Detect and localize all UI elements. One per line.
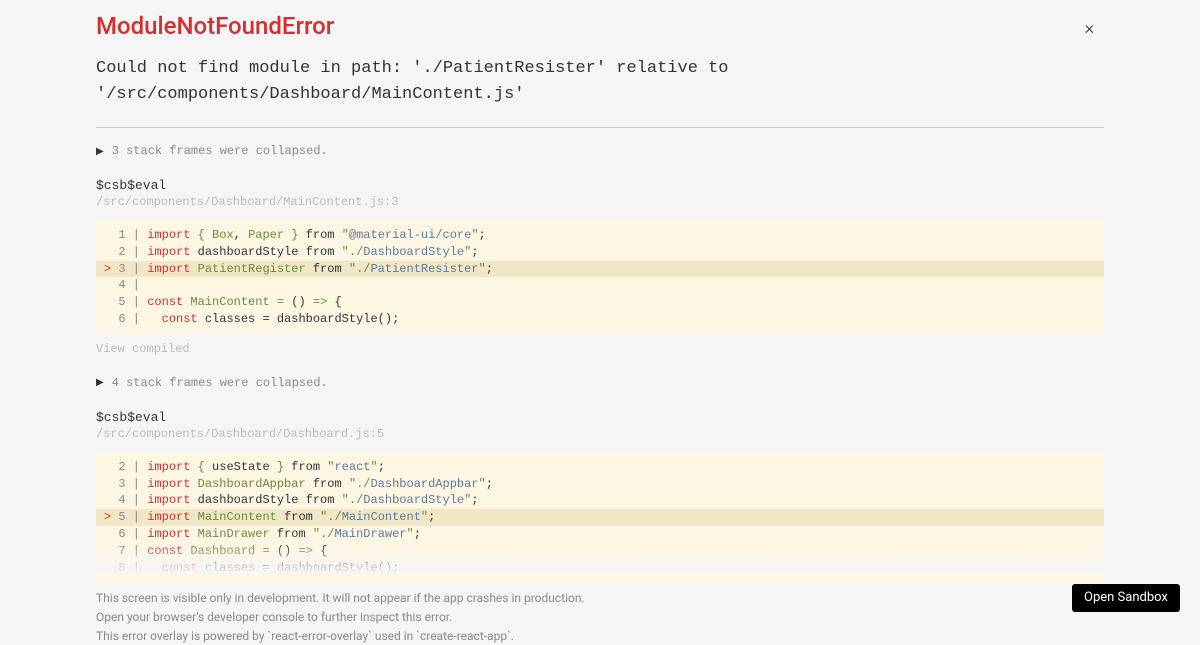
stack-frame-function: $csb$eval [96,178,1104,193]
close-icon[interactable]: × [1085,18,1094,39]
code-line: 4 | [96,277,1104,294]
code-line: 7 | const Dashboard = () => { [96,543,1104,560]
code-line-error: > 3 | import PatientRegister from "./Pat… [96,261,1104,278]
footer-note-line: This screen is visible only in developme… [96,590,1104,607]
open-sandbox-button[interactable]: Open Sandbox [1072,584,1180,612]
divider [96,127,1104,128]
footer-notes: This screen is visible only in developme… [96,590,1104,644]
code-line: 5 | const MainContent = () => { [96,294,1104,311]
footer-note-line: Open your browser's developer console to… [96,609,1104,626]
collapsed-frames-toggle[interactable]: ▶ 4 stack frames were collapsed. [96,376,1104,390]
code-line: 2 | import { useState } from "react"; [96,459,1104,476]
collapsed-frames-toggle[interactable]: ▶ 3 stack frames were collapsed. [96,144,1104,158]
code-line: 1 | import { Box, Paper } from "@materia… [96,227,1104,244]
view-compiled-link[interactable]: View compiled [96,342,1104,356]
code-snippet: 1 | import { Box, Paper } from "@materia… [96,221,1104,334]
code-line: 4 | import dashboardStyle from "./Dashbo… [96,492,1104,509]
code-snippet: 2 | import { useState } from "react"; 3 … [96,453,1104,583]
code-line: 8 | const classes = dashboardStyle(); [96,560,1104,577]
triangle-right-icon: ▶ [96,377,104,388]
code-line: 2 | import dashboardStyle from "./Dashbo… [96,244,1104,261]
code-line-error: > 5 | import MainContent from "./MainCon… [96,509,1104,526]
error-message-line: '/src/components/Dashboard/MainContent.j… [96,82,1104,108]
stack-frame-function: $csb$eval [96,410,1104,425]
error-overlay: ModuleNotFoundError Could not find modul… [0,0,1200,645]
stack-frame-path: /src/components/Dashboard/Dashboard.js:5 [96,427,1104,441]
error-message: Could not find module in path: './Patien… [96,56,1104,107]
stack-frame-path: /src/components/Dashboard/MainContent.js… [96,195,1104,209]
code-line: 6 | import MainDrawer from "./MainDrawer… [96,526,1104,543]
error-title: ModuleNotFoundError [96,12,1104,40]
code-line: 6 | const classes = dashboardStyle(); [96,311,1104,328]
collapsed-frames-label: 3 stack frames were collapsed. [112,144,328,158]
triangle-right-icon: ▶ [96,146,104,157]
footer-note-line: This error overlay is powered by `react-… [96,628,1104,645]
error-message-line: Could not find module in path: './Patien… [96,56,1104,82]
code-line: 3 | import DashboardAppbar from "./Dashb… [96,476,1104,493]
collapsed-frames-label: 4 stack frames were collapsed. [112,376,328,390]
